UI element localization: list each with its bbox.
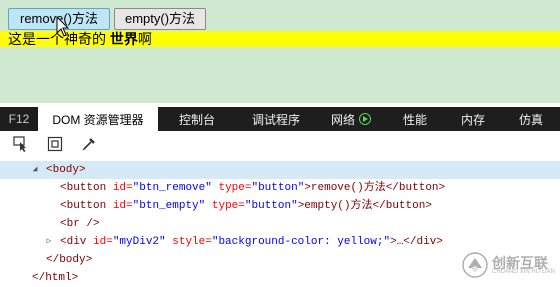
attr-id: id= bbox=[112, 182, 133, 194]
attr-id: id= bbox=[93, 236, 113, 248]
collapse-arrow-icon[interactable]: ◢ bbox=[30, 161, 40, 179]
tab-network-label: 网络 bbox=[330, 112, 355, 127]
attr-type: type= bbox=[211, 200, 245, 212]
div-text-bold: 世界 bbox=[109, 31, 138, 47]
tab-dom-explorer[interactable]: DOM 资源管理器 bbox=[38, 107, 158, 131]
tab-memory[interactable]: 内存 bbox=[444, 107, 502, 131]
empty-button[interactable]: empty()方法 bbox=[114, 8, 206, 30]
devtools-tab-bar: F12 DOM 资源管理器 控制台 调试程序 网络 性能 内存 仿真 bbox=[0, 107, 560, 131]
brand-logo-icon bbox=[462, 252, 488, 278]
attr-style-value: "background-color: yellow;" bbox=[211, 236, 391, 248]
button-content: >empty()方法</button> bbox=[297, 200, 432, 212]
attr-style: style= bbox=[172, 236, 212, 248]
tag-div-open: <div bbox=[60, 236, 87, 248]
highlight-box-icon[interactable] bbox=[46, 135, 64, 153]
record-play-icon[interactable] bbox=[359, 113, 371, 125]
tab-network[interactable]: 网络 bbox=[316, 107, 386, 131]
tag-body-close: </body> bbox=[46, 254, 93, 266]
tag-button-open: <button bbox=[60, 200, 107, 212]
tree-row-br[interactable]: <br /> bbox=[0, 215, 560, 233]
tree-row-body[interactable]: ◢ <body> bbox=[0, 161, 560, 179]
dom-toolbar bbox=[0, 131, 560, 157]
select-element-icon[interactable] bbox=[12, 135, 30, 153]
tab-emulation[interactable]: 仿真 bbox=[502, 107, 560, 131]
attr-type: type= bbox=[218, 182, 252, 194]
watermark-logo: 创新互联 CHUANG XIN HU LIAN bbox=[462, 250, 560, 280]
tree-row-btn-remove[interactable]: <button id="btn_remove" type="button">re… bbox=[0, 179, 560, 197]
tag-body-open: <body> bbox=[46, 164, 86, 176]
div-content: >…</div> bbox=[390, 236, 443, 248]
attr-id: id= bbox=[112, 200, 133, 212]
tab-debugger[interactable]: 调试程序 bbox=[236, 107, 316, 131]
tab-f12[interactable]: F12 bbox=[0, 107, 38, 131]
mouse-cursor-icon bbox=[56, 16, 70, 37]
tree-row-div[interactable]: ▷ <div id="myDiv2" style="background-col… bbox=[0, 233, 560, 251]
tag-button-open: <button bbox=[60, 182, 107, 194]
my-div-2: 这是一个神奇的 世界啊 bbox=[0, 31, 560, 47]
page-preview: remove()方法 empty()方法 这是一个神奇的 世界啊 bbox=[0, 0, 560, 103]
tag-html-close: </html> bbox=[32, 272, 79, 284]
expand-arrow-icon[interactable]: ▷ bbox=[44, 233, 54, 251]
tree-row-btn-empty[interactable]: <button id="btn_empty" type="button">emp… bbox=[0, 197, 560, 215]
tab-console[interactable]: 控制台 bbox=[158, 107, 236, 131]
watermark-subtitle: CHUANG XIN HU LIAN bbox=[492, 269, 556, 275]
tab-performance[interactable]: 性能 bbox=[386, 107, 444, 131]
attr-id-value: "myDiv2" bbox=[112, 236, 166, 248]
attr-type-value: "button" bbox=[244, 200, 298, 212]
attr-type-value: "button" bbox=[251, 182, 305, 194]
div-text-tail: 啊 bbox=[137, 31, 152, 47]
attr-id-value: "btn_empty" bbox=[132, 200, 206, 212]
color-picker-icon[interactable] bbox=[80, 135, 98, 153]
tag-br: <br /> bbox=[60, 218, 100, 230]
button-content: >remove()方法</button> bbox=[304, 182, 446, 194]
attr-id-value: "btn_remove" bbox=[132, 182, 212, 194]
